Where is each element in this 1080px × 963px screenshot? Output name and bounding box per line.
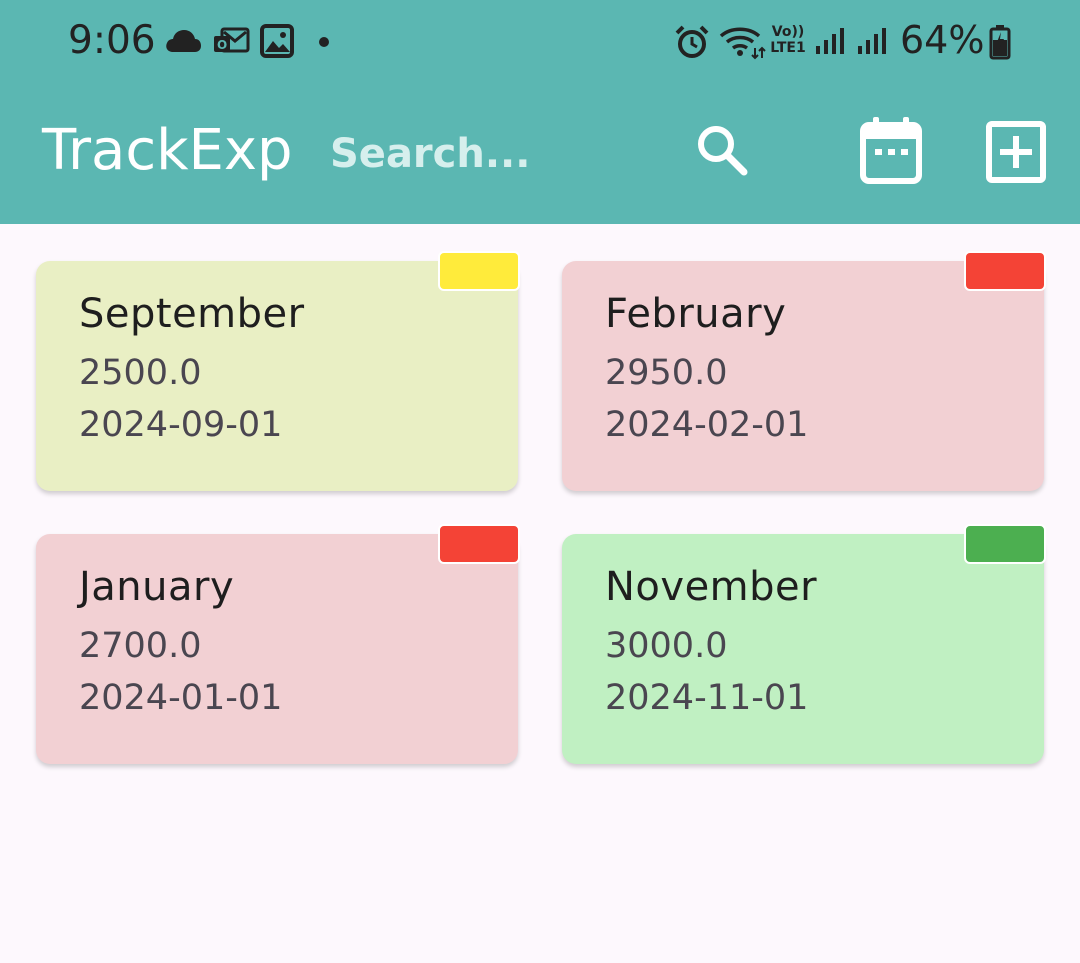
card-month: November (605, 564, 818, 610)
card-date: 2024-01-01 (79, 678, 283, 718)
wifi-icon (719, 27, 766, 60)
card-date: 2024-09-01 (79, 405, 283, 445)
card-amount: 3000.0 (605, 626, 728, 666)
expense-card[interactable]: November 3000.0 2024-11-01 (562, 524, 1046, 764)
add-box-icon (986, 121, 1046, 183)
dot-icon (319, 37, 329, 47)
category-flag (964, 524, 1046, 564)
add-button[interactable] (984, 120, 1048, 184)
category-flag (964, 251, 1046, 291)
card-month: January (79, 564, 235, 610)
card-date: 2024-11-01 (605, 678, 809, 718)
expense-card[interactable]: February 2950.0 2024-02-01 (562, 251, 1046, 491)
category-flag (438, 251, 520, 291)
card-amount: 2700.0 (79, 626, 202, 666)
volte-label: Vo)) (771, 24, 805, 40)
status-time: 9:06 (68, 18, 156, 63)
svg-text:O: O (217, 38, 227, 52)
volte-icon: Vo)) LTE1 (766, 24, 810, 60)
mail-icon: O (214, 27, 250, 53)
card-month: September (79, 291, 305, 337)
calendar-button[interactable] (858, 116, 924, 186)
category-flag (438, 524, 520, 564)
card-date: 2024-02-01 (605, 405, 809, 445)
app-title: TrackExp (42, 118, 293, 183)
search-button[interactable] (690, 118, 754, 182)
search-icon (698, 126, 748, 176)
app-bar: TrackExp (0, 88, 1080, 224)
status-bar: 9:06 O Vo)) LTE1 64% (0, 0, 1080, 88)
search-input[interactable] (318, 122, 658, 186)
battery-percent: 64% (900, 18, 985, 62)
lte-label: LTE1 (770, 40, 806, 56)
alarm-icon (675, 25, 709, 58)
cloud-icon (166, 30, 201, 52)
signal-icon (858, 28, 886, 54)
card-amount: 2500.0 (79, 353, 202, 393)
signal-icon (816, 28, 844, 54)
card-amount: 2950.0 (605, 353, 728, 393)
image-icon (260, 24, 294, 58)
battery-icon (989, 25, 1011, 60)
expense-card[interactable]: January 2700.0 2024-01-01 (36, 524, 520, 764)
calendar-icon (860, 117, 922, 184)
expense-card[interactable]: September 2500.0 2024-09-01 (36, 251, 520, 491)
card-month: February (605, 291, 787, 337)
